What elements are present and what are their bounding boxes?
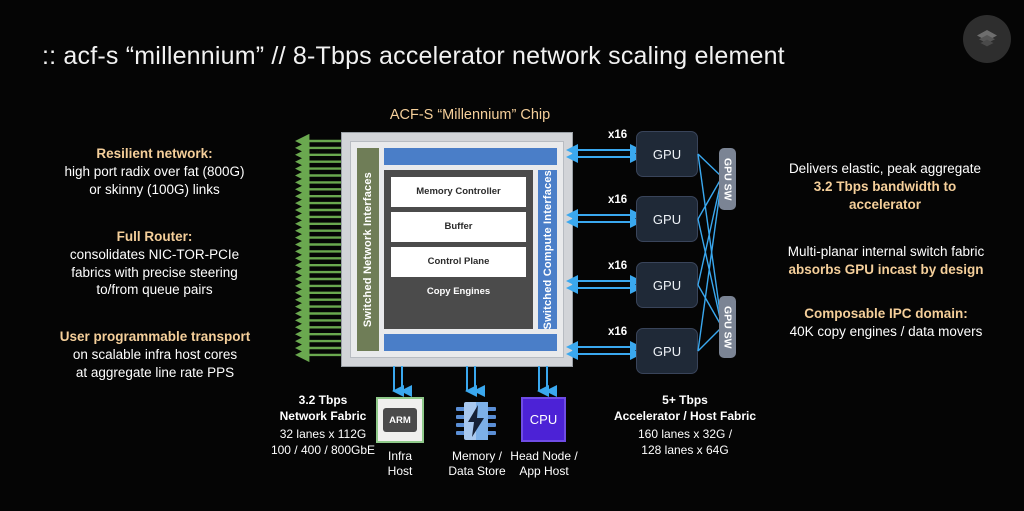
annotation-line: at aggregate line rate PPS [75,364,235,380]
chip-core-row: Memory Controller Buffer Control Plane C… [384,169,557,330]
gpu-node-3[interactable]: GPU [636,262,698,308]
buffer-block: Buffer [391,211,526,242]
acf-s-chip: Switched Network Interfaces Memory Contr… [341,132,573,367]
annotation-incast: Multi-planar internal switch fabric abso… [755,243,1017,279]
gpu-node-2[interactable]: GPU [636,196,698,242]
memory-controller-block: Memory Controller [391,176,526,207]
gpu-node-4[interactable]: GPU [636,328,698,374]
bottom-fabric-bar [384,334,557,351]
gpu-lane-label: x16 [608,326,628,338]
caption-sub: 128 lanes x 64G [641,442,729,457]
gpu-label: GPU [652,146,682,162]
annotation-line: to/from queue pairs [96,282,213,298]
annotation-line: Delivers elastic, peak aggregate [788,161,982,176]
annotation-heading: User programmable transport [59,329,251,344]
caption-title: Network Fabric [279,408,367,423]
caption-sub: 160 lanes x 32G / [637,427,733,442]
cpu-label: CPU [529,412,558,427]
annotation-heading: Full Router: [116,229,193,244]
caption-title: 3.2 Tbps [298,393,348,407]
annotation-full-router: Full Router: consolidates NIC-TOR-PCIe f… [32,228,277,299]
gpu-lane-label: x16 [608,129,628,141]
annotation-line: consolidates NIC-TOR-PCIe [69,246,240,262]
page-title: :: acf-s “millennium” // 8-Tbps accelera… [42,42,785,70]
device-label-line: Head Node / [510,449,578,463]
switched-compute-interfaces-bar: Switched Compute Interfaces [538,169,557,330]
cpu-icon: CPU [521,397,566,442]
switched-compute-interfaces-label: Switched Compute Interfaces [541,169,554,330]
control-plane-block: Control Plane [391,246,526,277]
memory-bolt-icon [456,402,496,440]
copy-engines-label: Copy Engines [426,285,491,297]
annotation-heading: absorbs GPU incast by design [788,261,984,277]
stacked-layers-icon [977,30,997,47]
annotation-heading: Composable IPC domain: [804,306,968,321]
switched-network-interfaces-label: Switched Network Interfaces [362,171,374,328]
annotation-user-programmable-transport: User programmable transport on scalable … [26,328,284,381]
annotation-line: or skinny (100G) links [89,181,220,197]
chip-core: Memory Controller Buffer Control Plane C… [384,169,533,330]
caption-sub: 32 lanes x 112G [279,427,367,442]
gpu-label: GPU [652,211,682,227]
annotation-line: 40K copy engines / data movers [789,323,983,339]
network-fabric-caption: 3.2 Tbps Network Fabric 32 lanes x 112G … [248,393,398,458]
gpu-lane-label: x16 [608,194,628,206]
annotation-heading: 3.2 Tbps bandwidth to [813,178,957,194]
chip-inner-frame: Switched Network Interfaces Memory Contr… [350,141,564,358]
chip-to-host-links [392,366,557,397]
annotation-heading: accelerator [848,196,922,212]
caption-sub: 100 / 400 / 800GbE [270,442,376,457]
caption-title: Accelerator / Host Fabric [613,408,757,423]
annotation-ipc-domain: Composable IPC domain: 40K copy engines … [758,305,1014,341]
caption-title: 5+ Tbps [662,393,708,407]
device-label-line: Host [387,464,413,479]
gpu-switch-label: GPU SW [721,305,734,349]
annotation-resilient-network: Resilient network: high port radix over … [32,145,277,198]
top-fabric-bar [384,148,557,165]
chip-title: ACF-S “Millennium” Chip [389,107,551,123]
annotation-line: fabrics with precise steering [71,264,238,280]
gpu-switch-1[interactable]: GPU SW [719,148,736,210]
gpu-switch-label: GPU SW [721,157,734,201]
annotation-line: high port radix over fat (800G) [64,163,245,179]
gpu-lane-label: x16 [608,260,628,272]
slide-canvas: :: acf-s “millennium” // 8-Tbps accelera… [0,0,1024,511]
chip-center-column: Memory Controller Buffer Control Plane C… [384,148,557,351]
gpu-label: GPU [652,277,682,293]
head-node-label: Head Node / App Host [498,449,590,480]
annotation-line: Multi-planar internal switch fabric [787,244,985,259]
gpu-label: GPU [652,343,682,359]
accelerator-fabric-caption: 5+ Tbps Accelerator / Host Fabric 160 la… [597,393,773,458]
switched-network-interfaces-bar: Switched Network Interfaces [357,148,379,351]
annotation-heading: Resilient network: [96,146,213,161]
annotation-line: on scalable infra host cores [72,346,238,362]
annotation-bandwidth: Delivers elastic, peak aggregate 3.2 Tbp… [760,160,1010,213]
gpu-node-1[interactable]: GPU [636,131,698,177]
device-label-line: App Host [519,464,569,479]
gpu-switch-2[interactable]: GPU SW [719,296,736,358]
brand-logo [963,15,1011,63]
